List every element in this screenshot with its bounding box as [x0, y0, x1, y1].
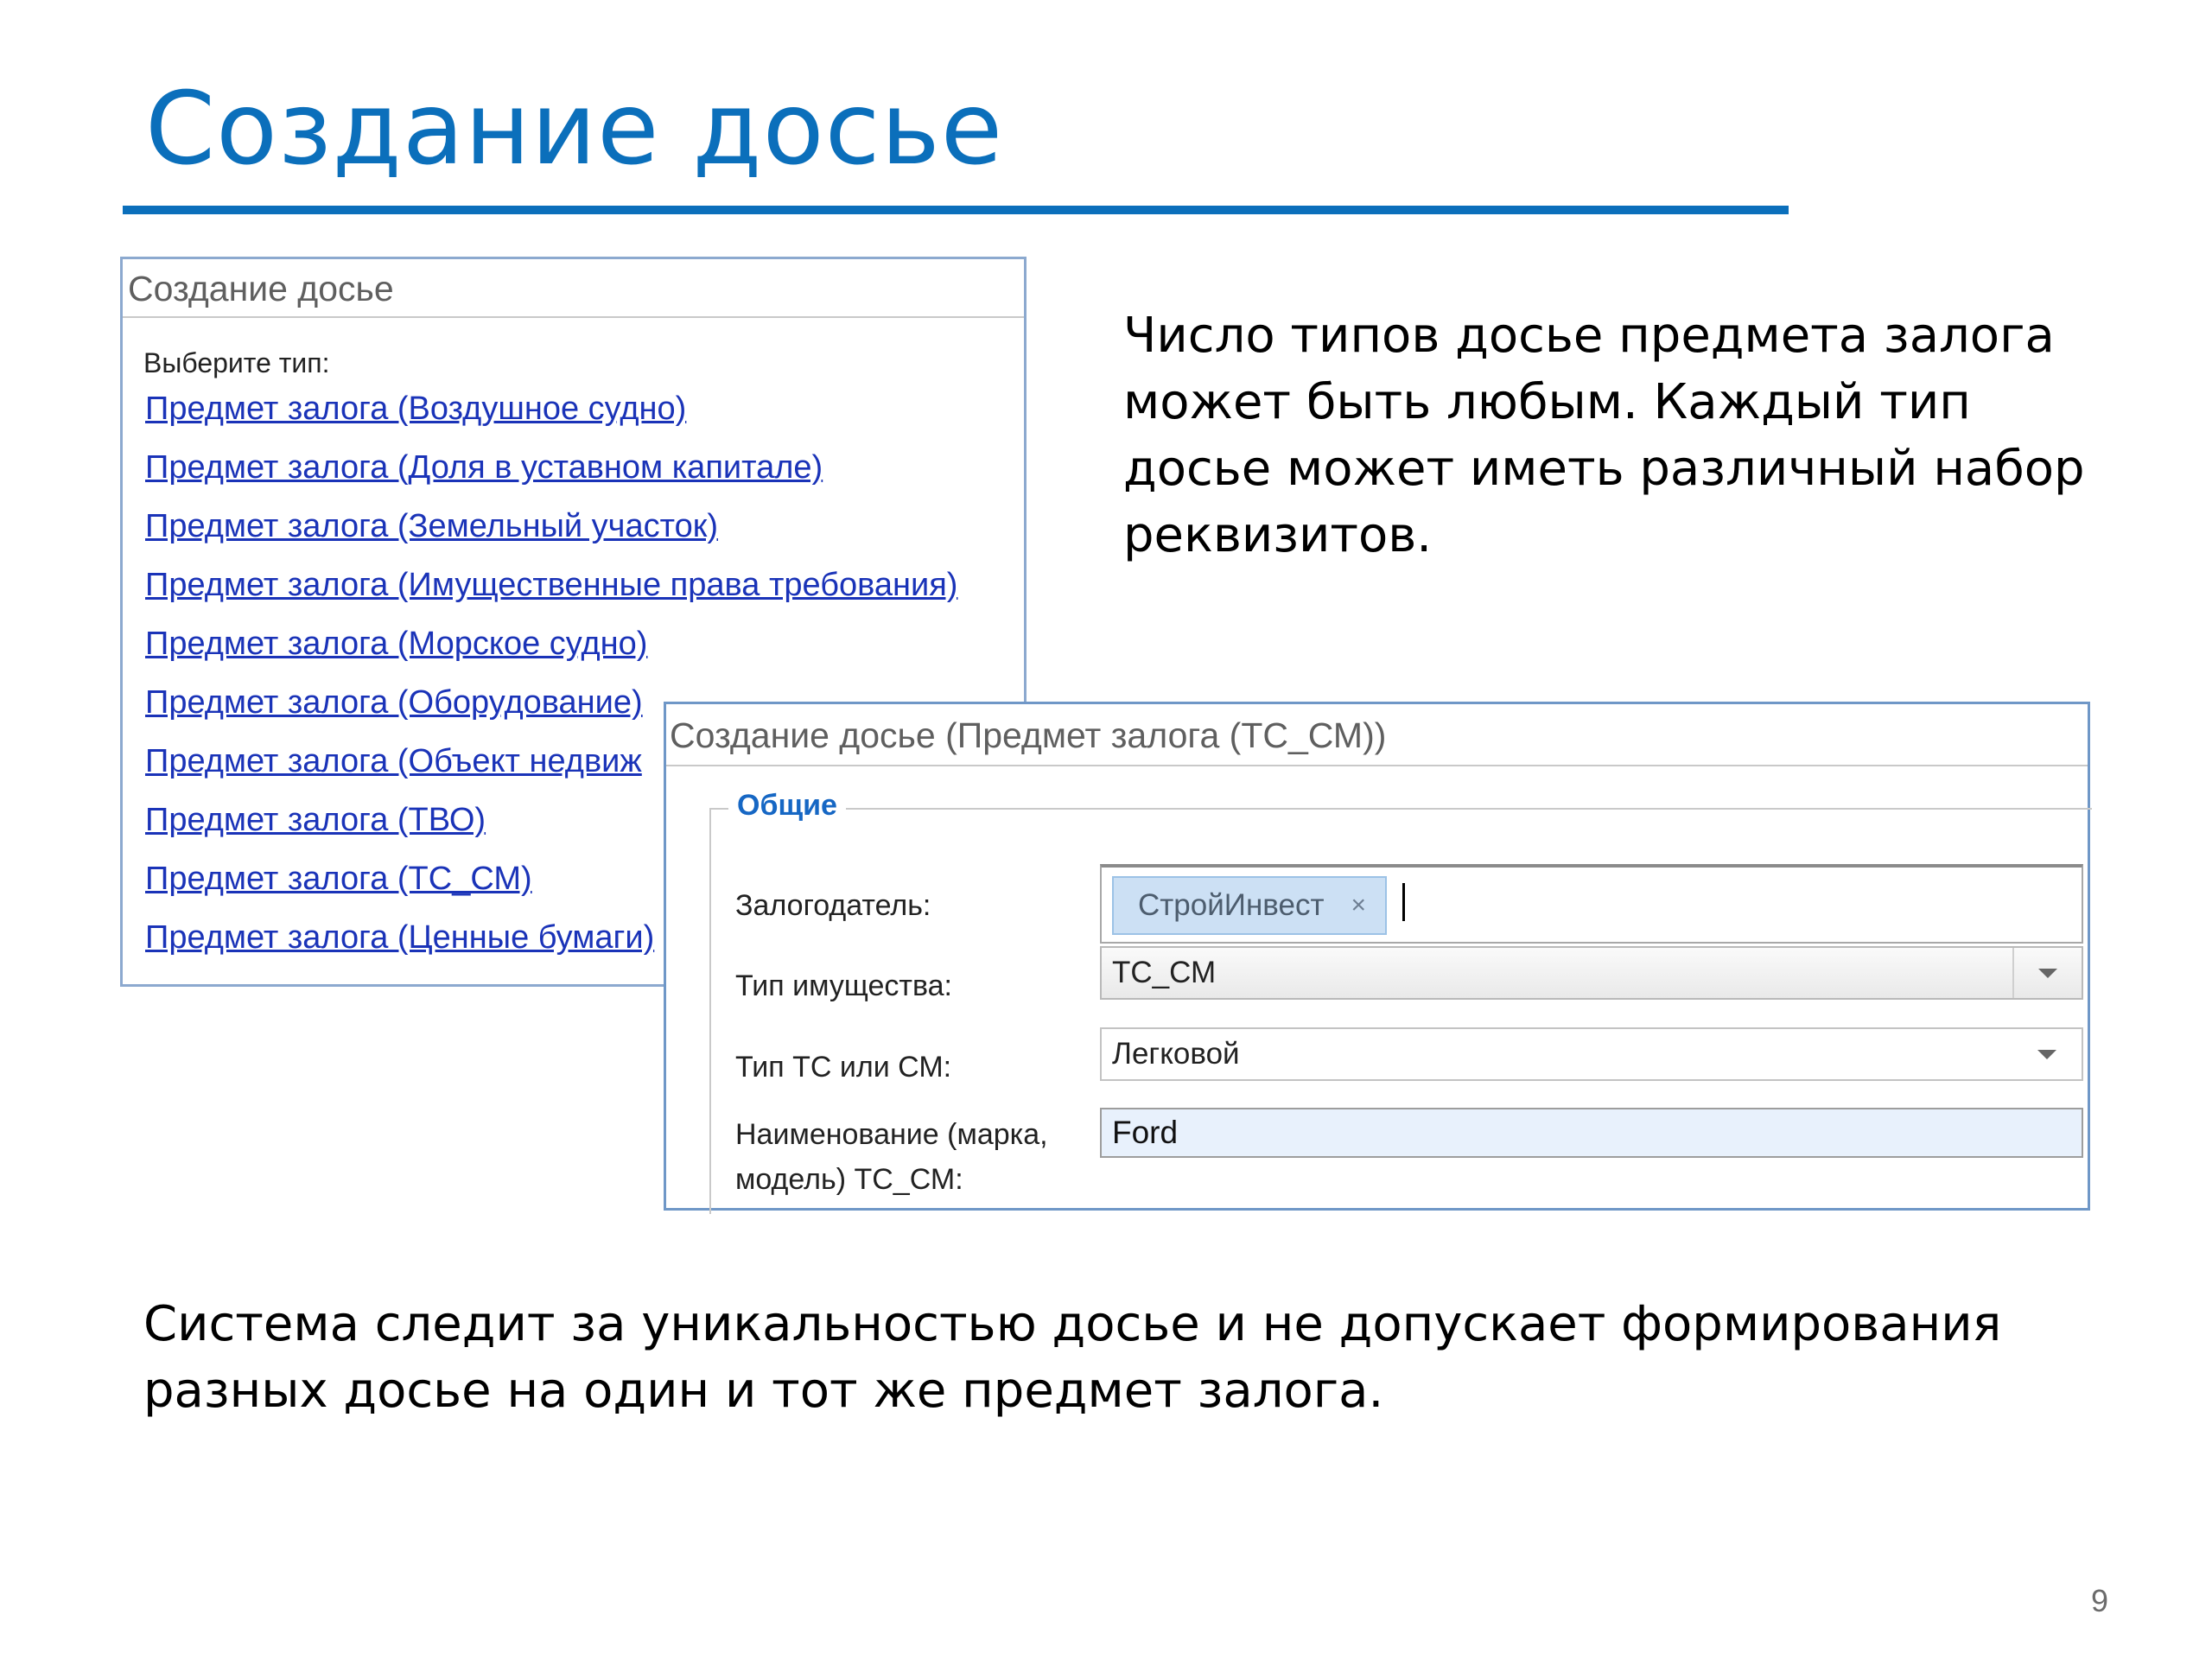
- type-link[interactable]: Предмет залога (Имущественные права треб…: [145, 567, 957, 603]
- type-link[interactable]: Предмет залога (ТВО): [145, 802, 486, 838]
- select-type-label: Выберите тип:: [143, 347, 330, 378]
- type-link[interactable]: Предмет залога (Оборудование): [145, 684, 643, 721]
- pledger-input[interactable]: СтройИнвест ×: [1100, 864, 2083, 944]
- vehicle-type-label: Тип ТС или СМ:: [735, 1051, 952, 1084]
- type-link[interactable]: Предмет залога (Морское судно): [145, 626, 647, 662]
- dossier-form-panel: Создание досье (Предмет залога (ТС_СМ)) …: [664, 702, 2092, 1214]
- title-underline: [123, 206, 1789, 214]
- form-panel-header: Создание досье (Предмет залога (ТС_СМ)): [666, 704, 2088, 766]
- vehicle-type-dropdown-button[interactable]: [2012, 1029, 2082, 1079]
- property-type-dropdown-button[interactable]: [2012, 948, 2082, 998]
- vehicle-type-value: Легковой: [1112, 1037, 1240, 1071]
- pledger-label: Залогодатель:: [735, 889, 931, 922]
- vehicle-type-select[interactable]: Легковой: [1100, 1027, 2083, 1081]
- list-item: Предмет залога (Земельный участок): [145, 508, 957, 567]
- list-item: Предмет залога (Имущественные права треб…: [145, 567, 957, 626]
- name-label-line2: модель) ТС_СМ:: [735, 1163, 963, 1196]
- property-type-label: Тип имущества:: [735, 969, 952, 1002]
- property-type-value: ТС_СМ: [1112, 956, 1217, 989]
- list-item: Предмет залога (Воздушное судно): [145, 391, 957, 449]
- type-link[interactable]: Предмет залога (Земельный участок): [145, 508, 718, 544]
- type-link[interactable]: Предмет залога (Ценные бумаги): [145, 919, 654, 956]
- text-cursor: [1402, 883, 1405, 921]
- property-type-select[interactable]: ТС_СМ: [1100, 946, 2083, 1000]
- slide-title: Создание досье: [145, 71, 1004, 188]
- chevron-down-icon: [2037, 1049, 2056, 1059]
- section-legend: Общие: [728, 789, 846, 823]
- type-link[interactable]: Предмет залога (Объект недвиж: [145, 743, 642, 779]
- list-item: Предмет залога (Доля в уставном капитале…: [145, 449, 957, 508]
- type-link[interactable]: Предмет залога (Воздушное судно): [145, 391, 686, 427]
- remove-tag-icon[interactable]: ×: [1351, 878, 1366, 933]
- general-fieldset: Общие Залогодатель: СтройИнвест × Тип им…: [709, 789, 2092, 1214]
- name-label-line1: Наименование (марка,: [735, 1118, 1048, 1151]
- pledger-tag: СтройИнвест ×: [1112, 876, 1387, 935]
- type-link[interactable]: Предмет залога (ТС_СМ): [145, 861, 532, 897]
- type-link[interactable]: Предмет залога (Доля в уставном капитале…: [145, 449, 823, 486]
- list-item: Предмет залога (Морское судно): [145, 626, 957, 684]
- side-description: Число типов досье предмета залога может …: [1123, 308, 2085, 563]
- type-panel-header: Создание досье: [123, 259, 1024, 318]
- chevron-down-icon: [2038, 968, 2057, 978]
- pledger-tag-label: СтройИнвест: [1138, 888, 1325, 922]
- vehicle-name-input[interactable]: Ford: [1100, 1108, 2083, 1158]
- page-number: 9: [2090, 1583, 2108, 1618]
- bottom-description: Система следит за уникальностью досье и …: [143, 1296, 2002, 1419]
